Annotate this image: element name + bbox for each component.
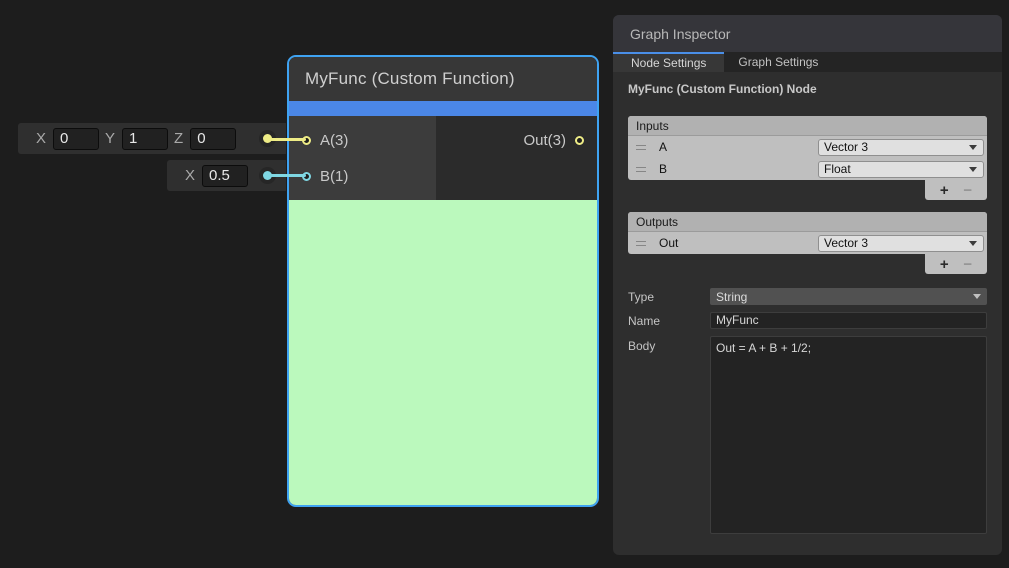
custom-function-node[interactable]: MyFunc (Custom Function) A(3) B(1) Out(3… (287, 55, 599, 507)
input-a-type-value: Vector 3 (824, 140, 868, 154)
drag-handle-icon[interactable] (636, 145, 646, 150)
outputs-list-header: Outputs (628, 212, 987, 232)
y-field-input[interactable] (122, 128, 168, 150)
input-b-name: B (659, 162, 667, 176)
node-preview-area (289, 200, 597, 505)
dropdown-arrow-icon (969, 145, 977, 150)
input-b-type-value: Float (824, 162, 851, 176)
edge-float-to-b[interactable] (270, 174, 306, 177)
outputs-row-out[interactable]: Out Vector 3 (628, 232, 987, 254)
node-title-bar[interactable]: MyFunc (Custom Function) (289, 57, 597, 101)
x-field-label: X (36, 130, 46, 147)
port-b-label: B(1) (320, 168, 348, 185)
port-out-label: Out(3) (523, 132, 566, 149)
type-label: Type (628, 290, 710, 304)
inputs-list-footer: + − (925, 180, 987, 200)
dropdown-arrow-icon (969, 167, 977, 172)
input-a-name: A (659, 140, 667, 154)
input-a-type-dropdown[interactable]: Vector 3 (818, 139, 984, 156)
inputs-row-a[interactable]: A Vector 3 (628, 136, 987, 158)
inputs-list-header: Inputs (628, 116, 987, 136)
shader-graph-canvas: X Y Z X MyFunc (Custom Function) A(3) (0, 0, 1009, 568)
vector3-input-widget: X Y Z (18, 123, 286, 154)
x-field-label: X (185, 167, 195, 184)
remove-output-button[interactable]: − (963, 257, 972, 272)
body-label: Body (628, 339, 710, 353)
inputs-list: Inputs A Vector 3 B Float (628, 116, 987, 180)
port-a-label: A(3) (320, 132, 348, 149)
y-field-label: Y (105, 130, 115, 147)
dropdown-arrow-icon (973, 294, 981, 299)
inspector-title: Graph Inspector (630, 26, 730, 42)
outputs-list-footer: + − (925, 254, 987, 274)
tab-graph-settings[interactable]: Graph Settings (724, 52, 832, 72)
output-out-type-dropdown[interactable]: Vector 3 (818, 235, 984, 252)
type-dropdown[interactable]: String (710, 288, 987, 305)
node-title: MyFunc (Custom Function) (305, 69, 515, 89)
tab-node-settings[interactable]: Node Settings (613, 52, 724, 72)
input-port-row-a: A(3) (289, 122, 436, 158)
graph-inspector-panel: Graph Inspector Node Settings Graph Sett… (613, 15, 1002, 555)
inspector-tabs: Node Settings Graph Settings (613, 52, 1002, 72)
node-settings-heading: MyFunc (Custom Function) Node (628, 82, 987, 96)
drag-handle-icon[interactable] (636, 241, 646, 246)
port-out-connector-icon[interactable] (575, 136, 584, 145)
output-port-row-out: Out(3) (436, 122, 597, 158)
node-accent-bar (289, 101, 597, 116)
x-field-input[interactable] (53, 128, 99, 150)
edge-vector3-to-a[interactable] (270, 138, 306, 141)
float-input-widget: X (167, 160, 286, 191)
function-body-textarea[interactable] (710, 336, 987, 534)
node-ports-area: A(3) B(1) Out(3) (289, 116, 597, 200)
z-field-input[interactable] (190, 128, 236, 150)
output-out-type-value: Vector 3 (824, 236, 868, 250)
body-field-row: Body (628, 336, 987, 534)
inputs-row-b[interactable]: B Float (628, 158, 987, 180)
type-field-row: Type String (628, 288, 987, 305)
remove-input-button[interactable]: − (963, 183, 972, 198)
float-field-input[interactable] (202, 165, 248, 187)
drag-handle-icon[interactable] (636, 167, 646, 172)
node-output-ports: Out(3) (436, 116, 597, 200)
outputs-list: Outputs Out Vector 3 (628, 212, 987, 254)
node-input-ports: A(3) B(1) (289, 116, 436, 200)
name-field-row: Name (628, 312, 987, 329)
inspector-title-bar[interactable]: Graph Inspector (613, 15, 1002, 52)
function-name-input[interactable] (710, 312, 987, 329)
dropdown-arrow-icon (969, 241, 977, 246)
type-value: String (716, 290, 747, 304)
input-port-row-b: B(1) (289, 158, 436, 194)
name-label: Name (628, 314, 710, 328)
input-b-type-dropdown[interactable]: Float (818, 161, 984, 178)
output-out-name: Out (659, 236, 678, 250)
add-output-button[interactable]: + (940, 257, 949, 272)
inspector-body: MyFunc (Custom Function) Node Inputs A V… (613, 72, 1002, 534)
z-field-label: Z (174, 130, 183, 147)
add-input-button[interactable]: + (940, 183, 949, 198)
